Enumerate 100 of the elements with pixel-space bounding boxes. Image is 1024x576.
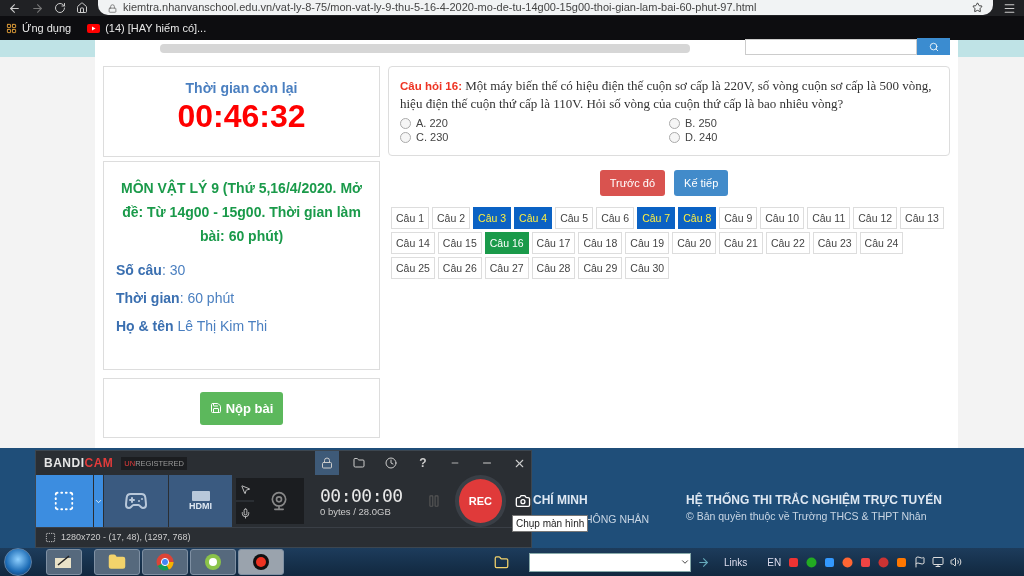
network-icon[interactable] [932, 556, 945, 568]
taskbar-app[interactable] [238, 549, 284, 575]
question-button[interactable]: Câu 29 [578, 257, 623, 279]
screen-region-icon [53, 490, 76, 512]
answer-option[interactable]: B. 250 [669, 117, 938, 129]
question-button[interactable]: Câu 24 [859, 232, 904, 254]
question-button[interactable]: Câu 21 [719, 232, 763, 254]
microphone-icon [239, 507, 251, 519]
signature-icon [55, 555, 73, 569]
start-button[interactable] [4, 548, 32, 576]
mode-button[interactable] [104, 475, 168, 527]
region-icon [45, 531, 56, 543]
taskbar-app[interactable] [94, 549, 140, 575]
question-button[interactable]: Câu 5 [555, 207, 594, 229]
microphone-button[interactable] [236, 502, 255, 524]
tooltip: Chụp màn hình [512, 515, 589, 532]
radio-button[interactable] [400, 117, 411, 129]
question-button[interactable]: Câu 12 [853, 207, 898, 229]
taskbar-app[interactable] [190, 549, 236, 575]
reload-icon[interactable] [54, 2, 66, 14]
cursor-button[interactable] [236, 478, 255, 500]
help-button[interactable]: ? [411, 451, 435, 475]
volume-icon[interactable] [950, 556, 963, 568]
mode-button[interactable]: HDMI [168, 475, 233, 527]
question-button[interactable]: Câu 14 [391, 232, 435, 254]
clock-icon [385, 457, 397, 469]
question-button[interactable]: Câu 19 [625, 232, 670, 254]
menu-icon[interactable] [1003, 1, 1016, 15]
tray-icon[interactable] [842, 556, 854, 568]
question-button[interactable]: Câu 4 [514, 207, 553, 229]
tray-icon[interactable] [806, 556, 818, 568]
question-button[interactable]: Câu 11 [807, 207, 851, 229]
tray-icon[interactable] [824, 556, 836, 568]
question-text: Câu hỏi 16: Một máy biến thế có hiệu điện thế cuộn sơ cấp là 220V, số vòng cuộn sơ cấp là 500 vòng, hiệu điện thế cuộn thứ cấp là 110V. Hỏi số vòng của cuộn thứ cấp là bao nhiêu vòng? [400, 77, 933, 113]
answer-option[interactable]: D. 240 [669, 131, 938, 143]
question-button[interactable]: Câu 7 [637, 207, 676, 229]
forward-icon[interactable] [31, 1, 44, 15]
question-button[interactable]: Câu 25 [391, 257, 435, 279]
links-label[interactable]: Links [724, 556, 748, 568]
radio-button[interactable] [400, 131, 411, 143]
question-button[interactable]: Câu 2 [432, 207, 471, 229]
star-icon[interactable] [972, 2, 983, 13]
question-button[interactable]: Câu 13 [900, 207, 944, 229]
folder-icon [108, 553, 126, 571]
next-button[interactable]: Kế tiếp [674, 170, 729, 196]
radio-button[interactable] [669, 131, 680, 143]
previous-button[interactable]: Trước đó [599, 170, 666, 196]
camera-icon[interactable] [515, 493, 531, 509]
folder-icon[interactable] [494, 554, 509, 570]
language-indicator[interactable]: EN [767, 556, 782, 568]
exam-info: Thời gian: 60 phút [116, 290, 236, 306]
question-button[interactable]: Câu 26 [437, 257, 482, 279]
lock-button[interactable] [315, 451, 339, 475]
question-button[interactable]: Câu 1 [391, 207, 430, 229]
question-button[interactable]: Câu 28 [531, 257, 576, 279]
radio-button[interactable] [669, 117, 680, 129]
bookmark[interactable]: (14) [HAY hiếm có]... [87, 22, 207, 34]
device-icon [191, 491, 210, 501]
record-button[interactable]: REC [454, 475, 507, 527]
webcam-button[interactable] [254, 478, 304, 524]
apps-icon [6, 22, 17, 34]
question-button[interactable]: Câu 9 [719, 207, 758, 229]
taskbar-app[interactable] [46, 549, 82, 575]
question-button[interactable]: Câu 22 [765, 232, 810, 254]
video-icon [87, 23, 101, 33]
answer-option[interactable]: A. 220 [400, 117, 669, 129]
question-button[interactable]: Câu 20 [672, 232, 716, 254]
address-field[interactable] [529, 552, 691, 572]
browser-icon [156, 553, 174, 571]
tray-icon[interactable] [860, 556, 872, 568]
recording-time: 00:00:00 [319, 485, 403, 506]
home-icon[interactable] [76, 2, 88, 14]
lock-icon [108, 4, 117, 13]
tray-icon[interactable] [896, 556, 908, 568]
tray-icon[interactable] [878, 556, 890, 568]
question-button[interactable]: Câu 15 [437, 232, 482, 254]
question-button[interactable]: Câu 23 [812, 232, 857, 254]
tray-icon[interactable] [788, 556, 800, 568]
file-size: 0 bytes / 28.0GB [319, 506, 392, 517]
question-button[interactable]: Câu 10 [760, 207, 805, 229]
bookmark[interactable]: Ứng dụng [6, 22, 72, 34]
exam-title: MÔN VẬT LÝ 9 (Thứ 5,16/4/2020. Mở đề: Từ 14g00 - 15g00. Thời gian làm bài: 60 phút) [119, 178, 363, 246]
dropdown-icon[interactable] [680, 557, 690, 567]
dropdown-button[interactable] [93, 475, 104, 527]
question-button[interactable]: Câu 30 [625, 257, 670, 279]
question-button[interactable]: Câu 27 [484, 257, 529, 279]
answer-option[interactable]: C. 230 [400, 131, 669, 143]
folder-icon [353, 457, 365, 469]
question-button[interactable]: Câu 6 [596, 207, 635, 229]
question-button[interactable]: Câu 16 [484, 232, 529, 254]
go-icon[interactable] [697, 555, 710, 569]
flag-icon[interactable] [914, 556, 927, 568]
address-bar[interactable]: kiemtra.nhanvanschool.edu.vn/vat-ly-8-75/mon-vat-ly-9-thu-5-16-4-2020-mo-de-tu-14g00-15g00-thoi-gian-lam-bai-60-phut-97.html [98, 0, 993, 15]
question-button[interactable]: Câu 17 [531, 232, 576, 254]
question-button[interactable]: Câu 18 [578, 232, 623, 254]
exam-info: Họ & tên Lê Thị Kim Thi [116, 318, 269, 334]
question-button[interactable]: Câu 8 [678, 207, 717, 229]
back-icon[interactable] [8, 1, 21, 15]
countdown: 00:46:32 [177, 98, 306, 135]
question-button[interactable]: Câu 3 [473, 207, 512, 229]
